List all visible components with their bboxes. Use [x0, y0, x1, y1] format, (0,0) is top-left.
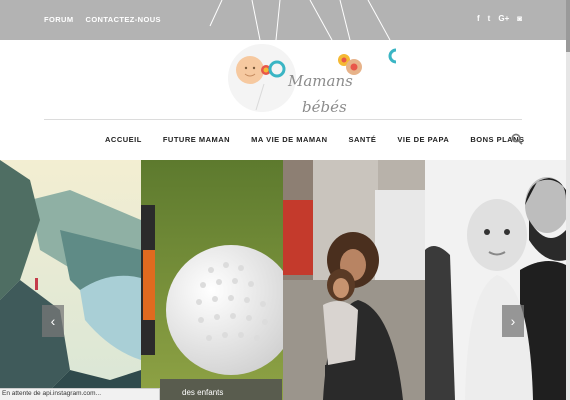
- site-logo[interactable]: Mamans bébés: [226, 40, 406, 120]
- forum-link[interactable]: FORUM: [44, 15, 74, 24]
- slide-caption-text: des enfants: [182, 388, 224, 397]
- googleplus-icon[interactable]: G+: [498, 13, 509, 25]
- scrollbar-track[interactable]: [566, 0, 570, 400]
- nav-item-future-maman[interactable]: FUTURE MAMAN: [163, 135, 230, 144]
- hanging-decoration-lines: [209, 0, 391, 40]
- nav-item-sante[interactable]: SANTÉ: [348, 135, 376, 144]
- main-nav: ACCUEIL FUTURE MAMAN MA VIE DE MAMAN SAN…: [105, 135, 524, 144]
- header-divider: [44, 119, 522, 120]
- scrollbar-thumb[interactable]: [566, 0, 570, 52]
- slide-mother-child-image[interactable]: [283, 160, 425, 400]
- instagram-icon[interactable]: ◙: [517, 13, 522, 25]
- slider-next-button[interactable]: ›: [502, 305, 524, 337]
- search-icon[interactable]: [511, 133, 523, 145]
- social-links: f t G+ ◙: [477, 13, 522, 25]
- slide-caption[interactable]: des enfants: [160, 379, 282, 400]
- contact-link[interactable]: CONTACTEZ-NOUS: [86, 15, 161, 24]
- status-text: En attente de api.instagram.com...: [2, 390, 101, 397]
- slide-baby-father-image[interactable]: [425, 160, 566, 400]
- logo-text-line1: Mamans: [288, 72, 353, 90]
- top-bar: FORUM CONTACTEZ-NOUS f t G+ ◙: [0, 0, 566, 40]
- twitter-icon[interactable]: t: [488, 13, 491, 25]
- nav-item-vie-de-papa[interactable]: VIE DE PAPA: [397, 135, 449, 144]
- image-slider: [0, 160, 566, 400]
- nav-item-ma-vie-de-maman[interactable]: MA VIE DE MAMAN: [251, 135, 327, 144]
- nav-item-accueil[interactable]: ACCUEIL: [105, 135, 142, 144]
- browser-status-bar: En attente de api.instagram.com...: [0, 388, 160, 400]
- slider-prev-button[interactable]: ‹: [42, 305, 64, 337]
- logo-text-line2: bébés: [302, 98, 347, 116]
- top-nav: FORUM CONTACTEZ-NOUS: [44, 15, 161, 24]
- slide-golf-ball-image[interactable]: [141, 160, 283, 400]
- facebook-icon[interactable]: f: [477, 13, 480, 25]
- slide-fjord-image[interactable]: [0, 160, 141, 400]
